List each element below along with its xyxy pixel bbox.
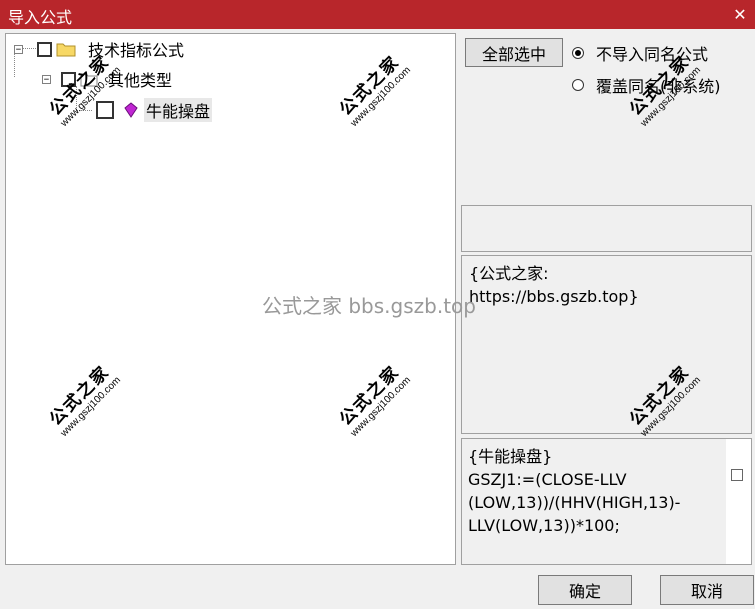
empty-field	[461, 205, 752, 252]
tree-node-item[interactable]: 牛能操盘	[96, 98, 213, 122]
tree-node-group[interactable]: − 其他类型	[42, 68, 174, 90]
code-line: GSZJ1:=(CLOSE-LLV	[468, 470, 627, 489]
close-button[interactable]: ✕	[725, 0, 755, 29]
radio-overwrite-dot[interactable]	[572, 79, 584, 91]
cancel-button[interactable]: 取消	[660, 575, 754, 605]
info-panel: {公式之家: https://bbs.gszb.top}	[461, 255, 752, 434]
collapse-icon[interactable]: −	[14, 44, 23, 54]
select-all-button[interactable]: 全部选中	[465, 38, 563, 67]
title-bar: 导入公式 ✕	[0, 0, 755, 29]
code-panel: {牛能操盘} GSZJ1:=(CLOSE-LLV (LOW,13))/(HHV(…	[461, 438, 752, 565]
collapse-icon[interactable]: −	[42, 74, 51, 84]
code-line: (LOW,13))/(HHV(HIGH,13)-	[468, 493, 681, 512]
radio-no-import[interactable]: 不导入同名公式	[572, 41, 708, 65]
tree-label-group: 其他类型	[108, 71, 173, 90]
item-checkbox[interactable]	[96, 101, 114, 119]
radio-overwrite[interactable]: 覆盖同名(非系统)	[572, 73, 721, 97]
radio-no-import-label: 不导入同名公式	[596, 45, 709, 64]
tree-label-item: 牛能操盘	[144, 98, 213, 122]
root-checkbox[interactable]	[37, 41, 52, 57]
group-checkbox[interactable]	[61, 71, 76, 87]
tree-node-root[interactable]: − 技术指标公式	[14, 38, 186, 60]
tree-label-root: 技术指标公式	[88, 41, 185, 60]
code-line: {牛能操盘}	[468, 447, 553, 466]
ok-button[interactable]: 确定	[538, 575, 632, 605]
code-line: LLV(LOW,13))*100;	[468, 516, 620, 535]
folder-icon	[80, 73, 98, 87]
scrollbar[interactable]	[726, 439, 751, 564]
folder-icon	[56, 43, 76, 57]
close-icon: ✕	[733, 5, 747, 24]
radio-no-import-dot[interactable]	[572, 47, 584, 59]
tree-line	[76, 110, 92, 111]
panel-checkbox[interactable]	[731, 469, 743, 481]
info-line: https://bbs.gszb.top}	[469, 287, 639, 306]
radio-overwrite-label: 覆盖同名(非系统)	[596, 77, 721, 96]
info-line: {公式之家:	[469, 264, 549, 283]
formula-gem-icon	[124, 102, 138, 118]
window-title: 导入公式	[8, 8, 73, 27]
watermark-center: 公式之家 bbs.gszb.top	[262, 294, 476, 318]
